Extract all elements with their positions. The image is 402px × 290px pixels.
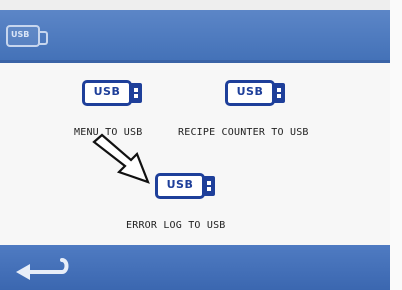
header-bar: USB — [0, 10, 390, 63]
usb-plug-icon — [203, 176, 215, 196]
recipe-counter-to-usb-button[interactable]: USB — [225, 80, 287, 106]
return-arrow-icon[interactable] — [10, 254, 70, 282]
recipe-counter-to-usb-caption: RECIPE COUNTER TO USB — [178, 127, 309, 138]
usb-plug-icon — [130, 83, 142, 103]
usb-stick-icon: USB — [82, 80, 132, 106]
pointer-arrow-icon — [88, 132, 158, 187]
error-log-to-usb-button[interactable]: USB — [155, 173, 217, 199]
usb-stick-icon: USB — [155, 173, 205, 199]
error-log-to-usb-caption: ERROR LOG TO USB — [126, 220, 226, 231]
menu-to-usb-button[interactable]: USB — [82, 80, 144, 106]
screen-bezel — [390, 0, 402, 290]
main-panel: USB MENU TO USB USB RECIPE COUNTER TO US… — [0, 63, 390, 245]
usb-stick-icon: USB — [225, 80, 275, 106]
touch-screen: USB USB MENU TO USB USB RECIPE COUNTER T… — [0, 0, 402, 290]
usb-plug-icon — [273, 83, 285, 103]
header-usb-label: USB — [11, 30, 30, 39]
usb-icon: USB — [6, 25, 48, 47]
